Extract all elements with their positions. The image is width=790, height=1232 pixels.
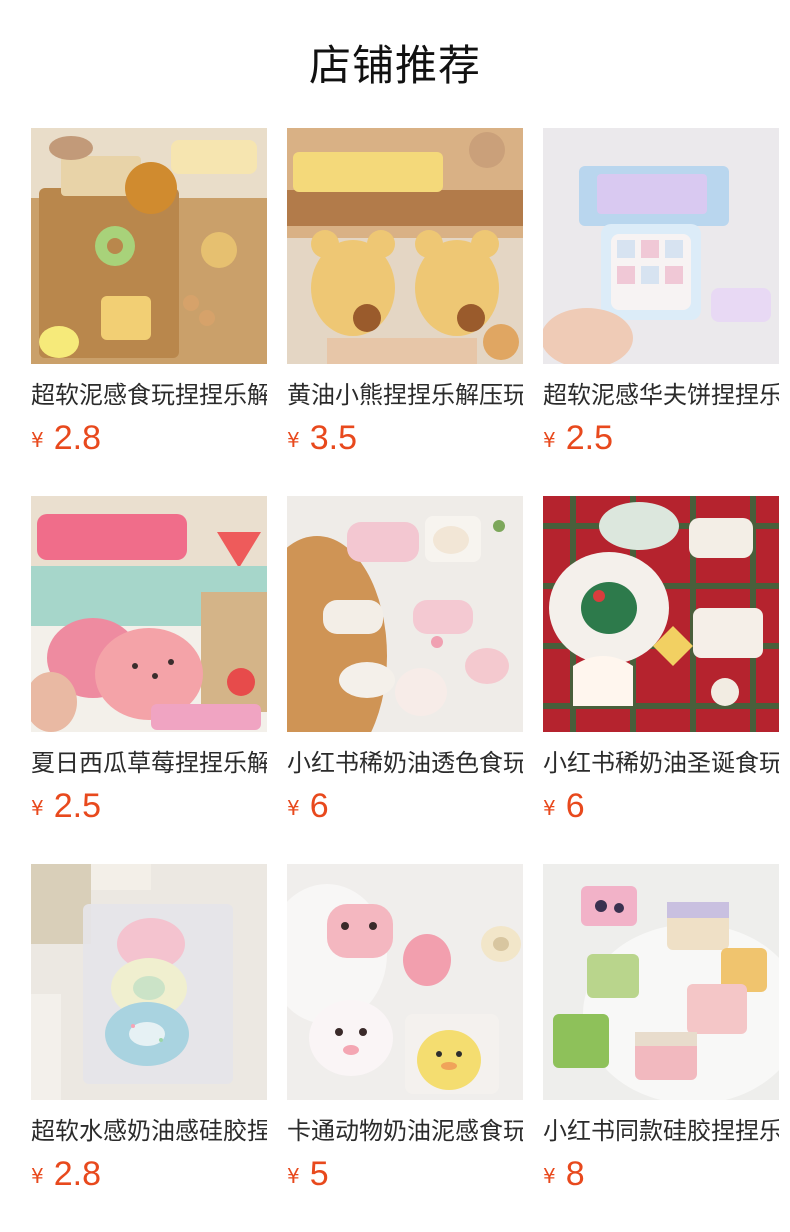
- product-photo-icon: [543, 128, 779, 364]
- currency-symbol: ¥: [543, 796, 556, 820]
- product-card[interactable]: 黄油小熊捏捏乐解压玩具 ¥3.5: [287, 128, 523, 496]
- product-card[interactable]: 夏日西瓜草莓捏捏乐解压 ¥2.5: [31, 496, 267, 864]
- product-image[interactable]: [543, 128, 779, 364]
- product-card[interactable]: 超软水感奶油感硅胶捏捏 ¥2.8: [31, 864, 267, 1232]
- currency-symbol: ¥: [543, 1164, 556, 1188]
- product-image[interactable]: [31, 128, 267, 364]
- product-price: ¥2.5: [543, 418, 779, 458]
- product-price: ¥2.5: [31, 786, 267, 826]
- product-image[interactable]: [287, 128, 523, 364]
- product-image[interactable]: [31, 496, 267, 732]
- product-price: ¥6: [287, 786, 523, 826]
- price-amount: 3.5: [309, 419, 357, 457]
- product-name[interactable]: 超软水感奶油感硅胶捏捏: [31, 1114, 267, 1148]
- price-amount: 5: [309, 1155, 329, 1193]
- price-amount: 2.8: [53, 419, 101, 457]
- product-photo-icon: [287, 128, 523, 364]
- product-price: ¥6: [543, 786, 779, 826]
- shop-recommendation-page: 店铺推荐 超软泥感食玩捏捏乐解 ¥ 2.8 黄油小熊捏捏乐解压玩 ¥ 3.5 超…: [0, 0, 790, 1232]
- currency-symbol: ¥: [31, 796, 44, 820]
- product-name[interactable]: 超软泥感华夫饼捏捏乐: [543, 378, 779, 412]
- product-photo-icon: [287, 864, 523, 1100]
- product-name[interactable]: 小红书稀奶油圣诞食玩: [543, 746, 779, 780]
- product-price: ¥8: [543, 1154, 779, 1194]
- product-photo-icon: [31, 864, 267, 1100]
- currency-symbol: ¥: [31, 1164, 44, 1188]
- product-photo-icon: [287, 496, 523, 732]
- product-card[interactable]: 超软泥感食玩捏捏乐解压 ¥2.8: [31, 128, 267, 496]
- currency-symbol: ¥: [287, 1164, 300, 1188]
- product-price: ¥2.8: [31, 418, 267, 458]
- product-name[interactable]: 超软泥感食玩捏捏乐解压: [31, 378, 267, 412]
- product-price: ¥5: [287, 1154, 523, 1194]
- price-amount: 6: [565, 787, 585, 825]
- currency-symbol: ¥: [287, 796, 300, 820]
- price-amount: 2.8: [53, 1155, 101, 1193]
- product-photo-icon: [31, 128, 267, 364]
- product-image[interactable]: [287, 864, 523, 1100]
- currency-symbol: ¥: [543, 428, 556, 452]
- product-name[interactable]: 卡通动物奶油泥感食玩: [287, 1114, 523, 1148]
- product-image[interactable]: [31, 864, 267, 1100]
- product-name[interactable]: 夏日西瓜草莓捏捏乐解压: [31, 746, 267, 780]
- product-photo-icon: [31, 496, 267, 732]
- product-card[interactable]: 小红书稀奶油透色食玩 ¥6: [287, 496, 523, 864]
- page-title: 店铺推荐: [308, 41, 481, 90]
- product-card[interactable]: 小红书稀奶油圣诞食玩 ¥6: [543, 496, 779, 864]
- price-amount: 6: [309, 787, 329, 825]
- product-name[interactable]: 黄油小熊捏捏乐解压玩具: [287, 378, 523, 412]
- product-card[interactable]: 超软泥感华夫饼捏捏乐 ¥2.5: [543, 128, 779, 496]
- product-name[interactable]: 小红书稀奶油透色食玩: [287, 746, 523, 780]
- product-image[interactable]: [543, 496, 779, 732]
- price-amount: 8: [565, 1155, 585, 1193]
- currency-symbol: ¥: [31, 428, 44, 452]
- product-name[interactable]: 小红书同款硅胶捏捏乐: [543, 1114, 779, 1148]
- product-grid: 超软泥感食玩捏捏乐解压 ¥2.8: [31, 128, 779, 1232]
- price-amount: 2.5: [565, 419, 613, 457]
- product-card[interactable]: 卡通动物奶油泥感食玩 ¥5: [287, 864, 523, 1232]
- product-card[interactable]: 小红书同款硅胶捏捏乐 ¥8: [543, 864, 779, 1232]
- product-photo-icon: [543, 496, 779, 732]
- currency-symbol: ¥: [287, 428, 300, 452]
- product-price: ¥3.5: [287, 418, 523, 458]
- product-price: ¥2.8: [31, 1154, 267, 1194]
- product-image[interactable]: [543, 864, 779, 1100]
- product-photo-icon: [543, 864, 779, 1100]
- price-amount: 2.5: [53, 787, 101, 825]
- product-image[interactable]: [287, 496, 523, 732]
